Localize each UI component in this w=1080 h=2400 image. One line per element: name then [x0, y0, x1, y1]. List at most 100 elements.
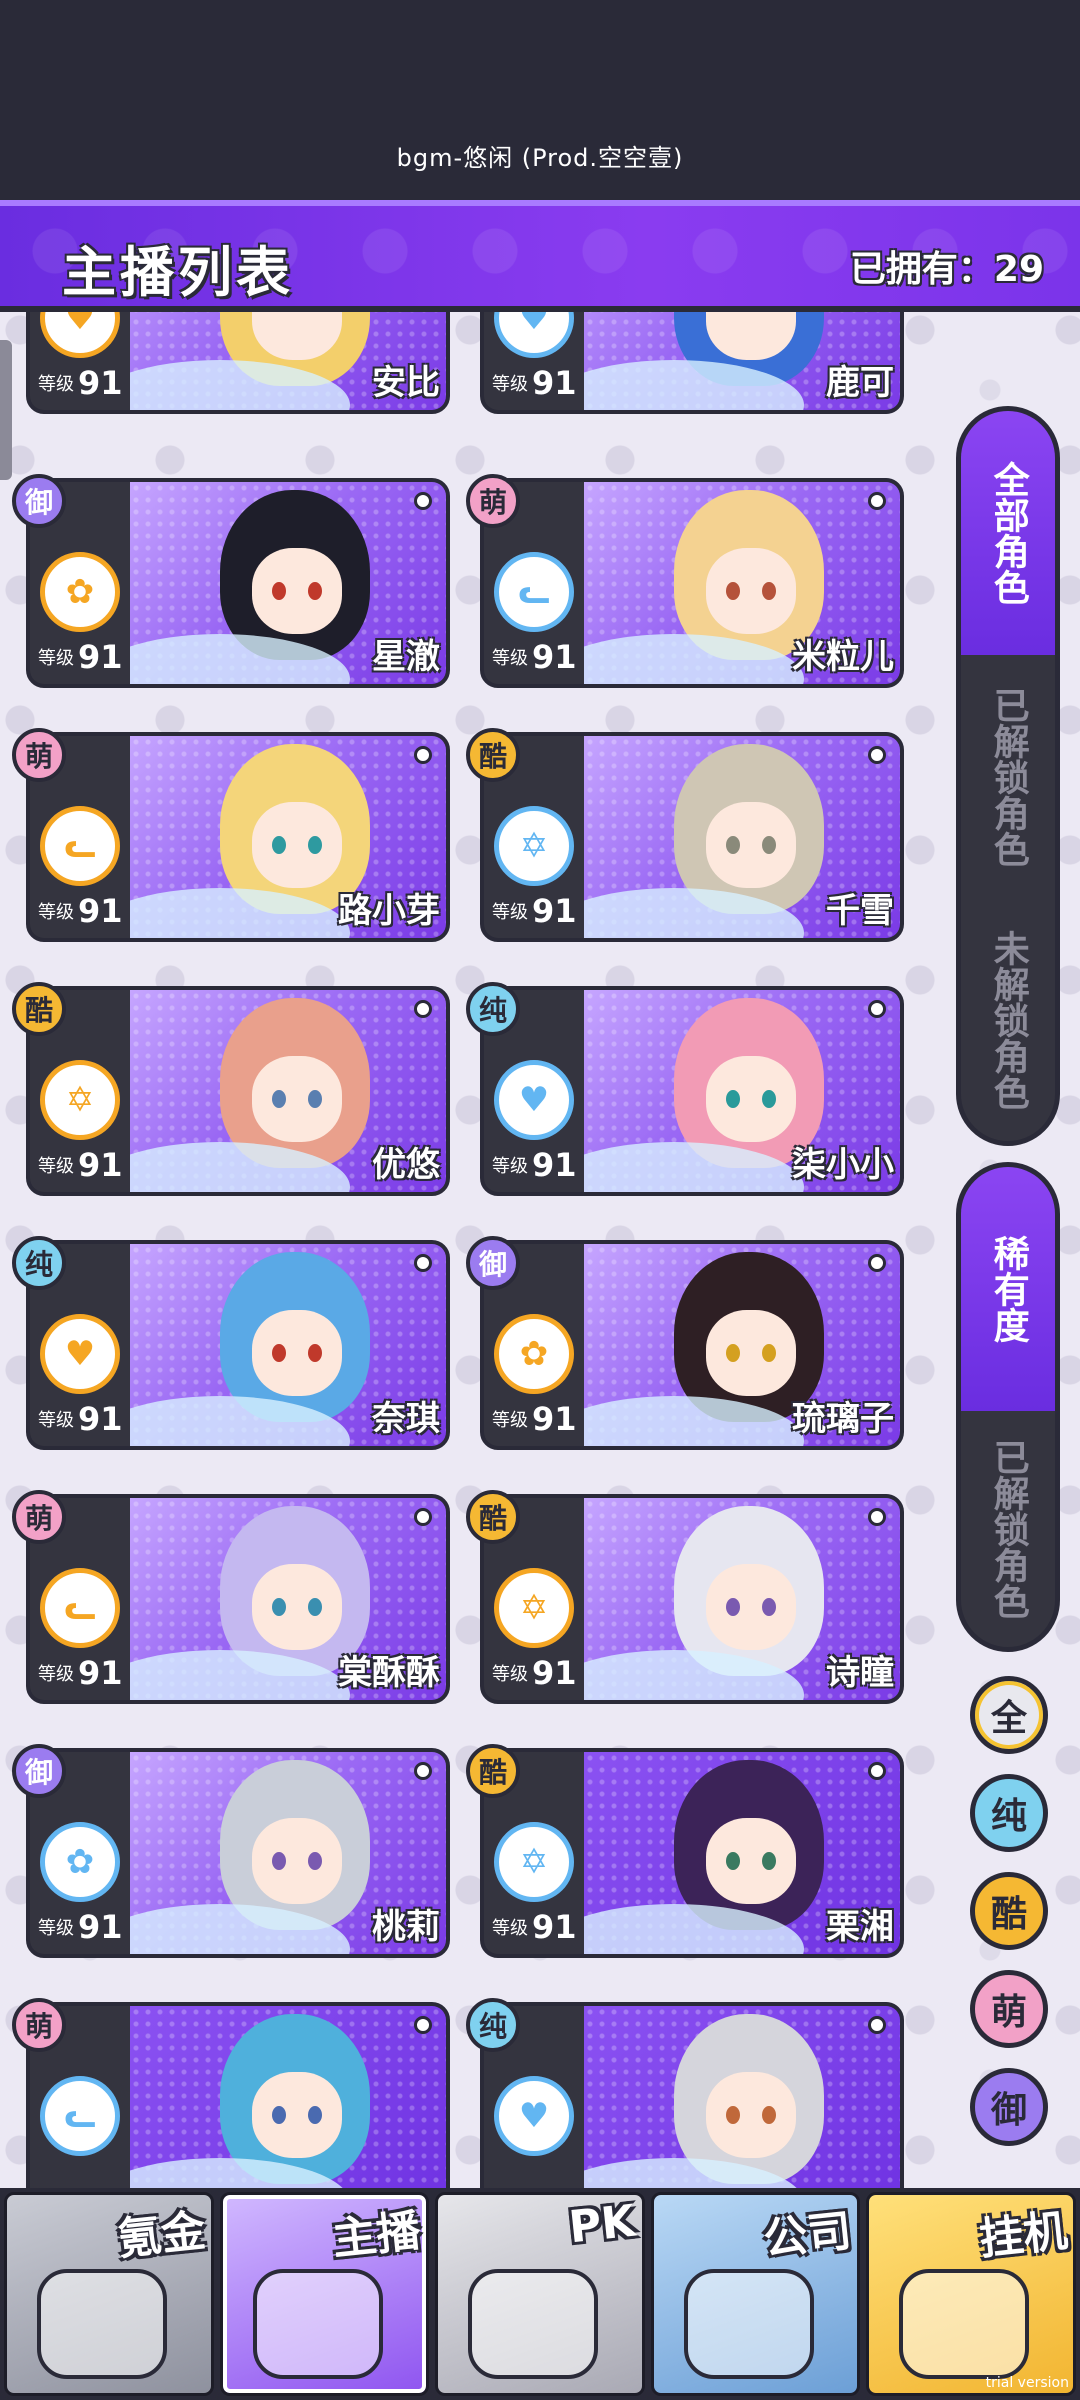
level-value: 91 — [78, 1908, 123, 1946]
type-tag-mo: 萌 — [12, 728, 66, 782]
type-filter-yu-button[interactable]: 御 — [970, 2068, 1048, 2146]
top-bar: bgm-悠闲 (Prod.空空壹) — [0, 0, 1080, 200]
rose-emblem-icon: ✿ — [494, 1314, 574, 1394]
nav-pk-tab[interactable]: PK — [435, 2192, 645, 2396]
cat-emblem-icon: ᓚ — [494, 552, 574, 632]
filter-label: 稀有度 — [987, 1235, 1029, 1343]
character-name: 奈琪 — [372, 1399, 440, 1439]
level-value: 91 — [532, 638, 577, 676]
character-card[interactable]: ♥ 等级 91 鹿可 — [480, 312, 904, 414]
type-tag-mo: 萌 — [12, 1998, 66, 2052]
level-value: 91 — [78, 1654, 123, 1692]
character-card[interactable]: ✡ 等级 91 优悠 — [26, 986, 450, 1196]
character-name: 柒小小 — [792, 1145, 894, 1185]
nav-label: PK — [566, 2195, 639, 2254]
character-card[interactable]: ♥ 等级 91 柒小小 — [480, 986, 904, 1196]
building-icon — [683, 2269, 814, 2379]
character-name: 星澈 — [372, 637, 440, 677]
level-value: 91 — [532, 1146, 577, 1184]
level-value: 91 — [532, 1654, 577, 1692]
character-name: 米粒儿 — [792, 637, 894, 677]
level-label: 等级 — [492, 1918, 528, 1939]
filter-label: 全部角色 — [987, 461, 1029, 605]
character-name: 路小芽 — [338, 891, 440, 931]
level-value: 91 — [78, 892, 123, 930]
type-tag-mo: 萌 — [466, 474, 520, 528]
nav-host-tab[interactable]: 主播 — [219, 2192, 430, 2396]
nav-money-tab[interactable]: 氪金 — [4, 2192, 214, 2396]
character-name: 千雪 — [826, 891, 894, 931]
page-title: 主播列表 — [62, 241, 294, 304]
star-emblem-icon: ✡ — [494, 1568, 574, 1648]
type-tag-ku: 酷 — [466, 1744, 520, 1798]
level-label: 等级 — [492, 1156, 528, 1177]
heart-emblem-icon: ♥ — [40, 1314, 120, 1394]
star-emblem-icon: ✡ — [494, 1822, 574, 1902]
filter-unlocked-characters[interactable]: 已解锁角色 — [961, 655, 1055, 899]
level-value: 91 — [78, 1146, 123, 1184]
character-card[interactable]: ✡ 等级 91 诗瞳 — [480, 1494, 904, 1704]
character-name: 桃莉 — [372, 1907, 440, 1947]
level-value: 91 — [78, 1400, 123, 1438]
level-label: 等级 — [38, 1664, 74, 1685]
type-filter-chun-button[interactable]: 纯 — [970, 1774, 1048, 1852]
nav-label: 主播 — [330, 2205, 424, 2266]
character-card[interactable]: ✿ 等级 91 桃莉 — [26, 1748, 450, 1958]
character-card[interactable]: ᓚ 等级 91 棠酥酥 — [26, 1494, 450, 1704]
heart-emblem-icon: ♥ — [494, 2076, 574, 2156]
cat-emblem-icon: ᓚ — [40, 1568, 120, 1648]
level-value: 91 — [532, 1908, 577, 1946]
type-tag-yu: 御 — [12, 474, 66, 528]
rarity-filter-panel: 稀有度 已解锁角色 — [956, 1162, 1060, 1652]
cat-emblem-icon: ᓚ — [40, 806, 120, 886]
character-name: 琉璃子 — [792, 1399, 894, 1439]
character-card[interactable]: ✡ 等级 91 栗湘 — [480, 1748, 904, 1958]
type-tag-yu: 御 — [12, 1744, 66, 1798]
level-value: 91 — [78, 364, 123, 402]
type-tag-ku: 酷 — [466, 728, 520, 782]
level-label: 等级 — [492, 1664, 528, 1685]
level-label: 等级 — [38, 1918, 74, 1939]
character-card[interactable]: ᓚ 等级 91 路小芽 — [26, 732, 450, 942]
level-value: 91 — [532, 892, 577, 930]
type-tag-yu: 御 — [466, 1236, 520, 1290]
level-label: 等级 — [38, 902, 74, 923]
filter-rarity[interactable]: 稀有度 — [961, 1167, 1055, 1411]
character-name: 优悠 — [372, 1145, 440, 1185]
host-character-icon — [252, 2269, 383, 2379]
character-grid: ♥ 等级 91 安比 ♥ 等级 91 鹿可 御 ✿ 等级 91 星澈 萌 ᓚ 等… — [0, 312, 940, 2190]
cat-emblem-icon: ᓚ — [40, 2076, 120, 2156]
character-card[interactable]: ᓚ — [26, 2002, 450, 2190]
level-label: 等级 — [38, 374, 74, 395]
type-filter-mo-button[interactable]: 萌 — [970, 1970, 1048, 2048]
character-card[interactable]: ᓚ 等级 91 米粒儿 — [480, 478, 904, 688]
nav-label: 挂机 — [977, 2205, 1070, 2266]
character-name: 安比 — [372, 363, 440, 403]
filter-all-characters[interactable]: 全部角色 — [961, 411, 1055, 655]
character-name: 栗湘 — [826, 1907, 894, 1947]
type-filter-ku-button[interactable]: 酷 — [970, 1872, 1048, 1950]
character-card[interactable]: ✿ 等级 91 星澈 — [26, 478, 450, 688]
character-filter-panel: 全部角色 已解锁角色 未解锁角色 — [956, 406, 1060, 1146]
nav-idle-tab[interactable]: 挂机 trial version — [866, 2192, 1076, 2396]
filter-rarity-unlocked[interactable]: 已解锁角色 — [961, 1411, 1055, 1647]
type-tag-mo: 萌 — [12, 1490, 66, 1544]
star-emblem-icon: ✡ — [494, 806, 574, 886]
type-filter-all-button[interactable]: 全 — [970, 1676, 1048, 1754]
coin-stack-icon — [37, 2269, 167, 2379]
character-card[interactable]: ✿ 等级 91 琉璃子 — [480, 1240, 904, 1450]
character-card[interactable]: ✡ 等级 91 千雪 — [480, 732, 904, 942]
type-emblem-icon: ♥ — [40, 312, 120, 358]
level-label: 等级 — [492, 1410, 528, 1431]
heart-emblem-icon: ♥ — [494, 1060, 574, 1140]
character-card[interactable]: ♥ — [480, 2002, 904, 2190]
owned-count: 已拥有：29 — [849, 249, 1044, 290]
character-name: 诗瞳 — [826, 1653, 894, 1693]
character-card[interactable]: ♥ 等级 91 安比 — [26, 312, 450, 414]
level-label: 等级 — [38, 1156, 74, 1177]
nav-company-tab[interactable]: 公司 — [650, 2192, 861, 2396]
filter-locked-characters[interactable]: 未解锁角色 — [961, 899, 1055, 1141]
versus-icon — [468, 2269, 599, 2379]
character-card[interactable]: ♥ 等级 91 奈琪 — [26, 1240, 450, 1450]
level-label: 等级 — [492, 648, 528, 669]
